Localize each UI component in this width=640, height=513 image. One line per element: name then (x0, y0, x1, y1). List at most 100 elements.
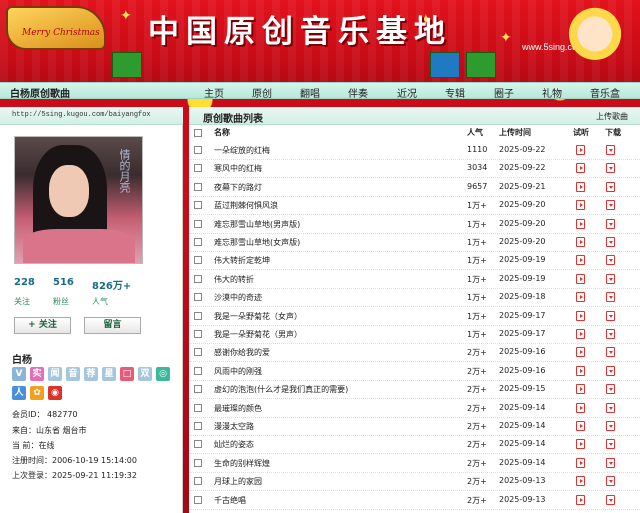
song-name[interactable]: 我是一朵野菊花（女声） (214, 311, 302, 322)
news-badge-icon[interactable]: 闻 (48, 367, 62, 381)
circle-badge-icon[interactable]: ◎ (156, 367, 170, 381)
avatar[interactable]: 情的月亮 (14, 136, 143, 264)
download-icon[interactable] (606, 476, 615, 487)
nav-item-home[interactable]: 主页 (204, 85, 224, 100)
song-name[interactable]: 伟大的转折 (214, 274, 254, 285)
follow-button[interactable]: + 关注 (14, 317, 71, 334)
play-icon[interactable] (576, 476, 585, 487)
play-icon[interactable] (576, 237, 585, 247)
select-all-checkbox[interactable] (194, 129, 202, 137)
song-name[interactable]: 虚幻的泡泡(什么才是我们真正的需要) (214, 384, 348, 395)
double-badge-icon[interactable]: 双 (138, 367, 152, 381)
flower-badge-icon[interactable]: ✿ (30, 386, 44, 400)
nav-item-music-box[interactable]: 音乐盒 (590, 85, 620, 100)
nav-item-circle[interactable]: 圈子 (494, 85, 514, 100)
song-checkbox[interactable] (194, 238, 202, 246)
stat-following-count[interactable]: 228 (14, 277, 35, 288)
download-icon[interactable] (606, 237, 615, 247)
song-checkbox[interactable] (194, 256, 202, 265)
song-checkbox[interactable] (194, 201, 202, 210)
download-icon[interactable] (606, 292, 615, 303)
download-icon[interactable] (606, 494, 615, 505)
song-checkbox[interactable] (194, 182, 202, 191)
song-checkbox[interactable] (194, 311, 202, 320)
nav-item-backing[interactable]: 伴奏 (348, 85, 368, 100)
song-name[interactable]: 难忘那雪山草地(女声版) (214, 237, 300, 248)
song-checkbox[interactable] (194, 366, 202, 375)
download-icon[interactable] (606, 384, 615, 395)
profile-url[interactable]: http://5sing.kugou.com/baiyangfox (0, 107, 183, 125)
phone-badge-icon[interactable]: □ (120, 367, 134, 381)
download-icon[interactable] (606, 218, 615, 229)
play-icon[interactable] (576, 421, 585, 431)
download-icon[interactable] (606, 255, 615, 266)
song-checkbox[interactable] (194, 385, 202, 394)
verified-badge-icon[interactable]: 实 (30, 367, 44, 381)
song-checkbox[interactable] (194, 458, 202, 467)
song-checkbox[interactable] (194, 403, 202, 412)
download-icon[interactable] (606, 402, 615, 413)
play-icon[interactable] (576, 200, 585, 211)
play-icon[interactable] (576, 163, 585, 174)
song-checkbox[interactable] (194, 293, 202, 302)
song-name[interactable]: 寒风中的红梅 (214, 163, 262, 174)
nav-brand[interactable]: 白杨原创歌曲 (10, 85, 70, 100)
play-icon[interactable] (576, 402, 585, 413)
play-icon[interactable] (576, 310, 585, 321)
upload-song-link[interactable]: 上传歌曲 (596, 111, 628, 122)
download-icon[interactable] (606, 421, 615, 431)
music-badge-icon[interactable]: 音 (66, 367, 80, 381)
play-icon[interactable] (576, 329, 585, 339)
song-checkbox[interactable] (194, 274, 202, 283)
song-name[interactable]: 我是一朵野菊花（男声） (214, 329, 302, 340)
song-name[interactable]: 难忘那雪山草地(男声版) (214, 219, 300, 230)
download-icon[interactable] (606, 181, 615, 192)
nav-item-gift[interactable]: 礼物 (542, 85, 562, 100)
download-icon[interactable] (606, 329, 615, 339)
play-icon[interactable] (576, 457, 585, 468)
song-checkbox[interactable] (194, 146, 202, 154)
download-icon[interactable] (606, 145, 615, 155)
song-checkbox[interactable] (194, 164, 202, 173)
download-icon[interactable] (606, 439, 615, 450)
star-badge-icon[interactable]: 星 (102, 367, 116, 381)
song-name[interactable]: 千古绝唱 (214, 495, 246, 506)
song-checkbox[interactable] (194, 477, 202, 486)
song-name[interactable]: 月球上的家园 (214, 476, 262, 487)
song-name[interactable]: 最璀璨的颜色 (214, 403, 262, 414)
play-icon[interactable] (576, 292, 585, 303)
nav-item-cover[interactable]: 翻唱 (300, 85, 320, 100)
download-icon[interactable] (606, 457, 615, 468)
play-icon[interactable] (576, 255, 585, 266)
download-icon[interactable] (606, 273, 615, 284)
song-name[interactable]: 蓝过荆棘何惧风浪 (214, 200, 278, 211)
weibo-badge-icon[interactable]: ◉ (48, 386, 62, 400)
recommend-badge-icon[interactable]: 荐 (84, 367, 98, 381)
song-name[interactable]: 灿烂的姿态 (214, 439, 254, 450)
play-icon[interactable] (576, 365, 585, 376)
song-name[interactable]: 一朵绽放的红梅 (214, 145, 270, 156)
vip-badge-icon[interactable]: V (12, 367, 26, 381)
stat-fans-count[interactable]: 516 (53, 277, 74, 288)
download-icon[interactable] (606, 200, 615, 211)
song-name[interactable]: 伟大转折定乾坤 (214, 255, 270, 266)
nav-item-original[interactable]: 原创 (252, 85, 272, 100)
message-button[interactable]: 留言 (84, 317, 141, 334)
song-name[interactable]: 夜幕下的路灯 (214, 182, 262, 193)
song-checkbox[interactable] (194, 422, 202, 430)
song-name[interactable]: 生命的别样辉煌 (214, 458, 270, 469)
play-icon[interactable] (576, 218, 585, 229)
song-checkbox[interactable] (194, 348, 202, 357)
song-name[interactable]: 感谢你给我的爱 (214, 347, 270, 358)
play-icon[interactable] (576, 181, 585, 192)
play-icon[interactable] (576, 439, 585, 450)
play-icon[interactable] (576, 384, 585, 395)
song-name[interactable]: 漫漫太空路 (214, 421, 254, 432)
person-badge-icon[interactable]: 人 (12, 386, 26, 400)
song-name[interactable]: 风雨中的刚强 (214, 366, 262, 377)
download-icon[interactable] (606, 310, 615, 321)
download-icon[interactable] (606, 163, 615, 174)
song-checkbox[interactable] (194, 219, 202, 228)
song-name[interactable]: 沙漠中的奇迹 (214, 292, 262, 303)
download-icon[interactable] (606, 347, 615, 358)
